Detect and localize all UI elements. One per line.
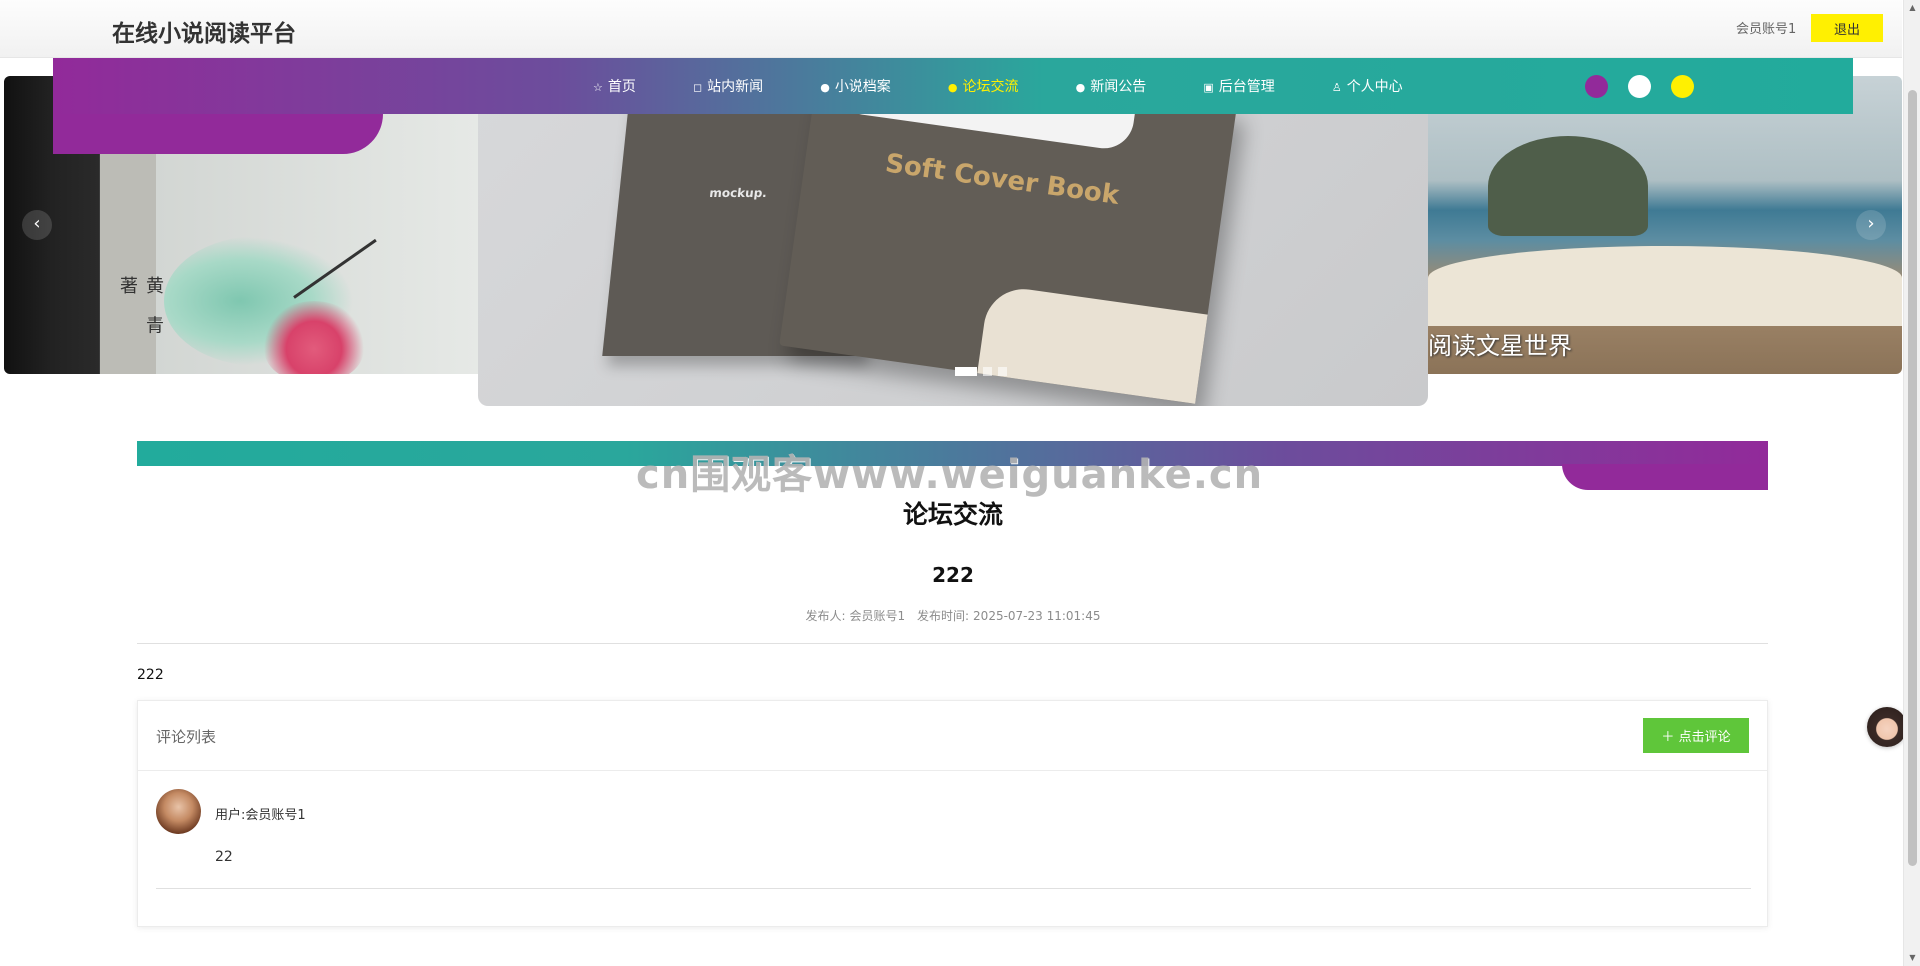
carousel-dot[interactable]: [955, 367, 977, 376]
info-icon: ●: [820, 81, 830, 94]
nav-item-admin[interactable]: ▣ 后台管理: [1203, 76, 1274, 96]
book-mockup-front: mockup. Soft Cover Book: [779, 76, 1237, 404]
nav-item-profile[interactable]: ♙ 个人中心: [1332, 76, 1403, 96]
post-body: 222: [137, 667, 164, 683]
nav-item-announcements[interactable]: ● 新闻公告: [1076, 76, 1147, 96]
book-headline: Soft Cover Book: [883, 148, 1121, 211]
comment-user-name: 会员账号1: [245, 808, 306, 823]
post-time: 2025-07-23 11:01:45: [973, 609, 1101, 623]
logout-button[interactable]: 退出: [1811, 14, 1883, 42]
publisher-label: 发布人:: [805, 609, 846, 623]
nav-item-novel-archive[interactable]: ● 小说档案: [820, 76, 891, 96]
scrollbar-thumb[interactable]: [1908, 90, 1917, 866]
info-icon: ●: [947, 81, 958, 94]
top-bar: 在线小说阅读平台 会员账号1 退出: [0, 0, 1902, 58]
theme-yellow-button[interactable]: [1671, 75, 1694, 98]
book-author: 黄 青 著: [117, 276, 164, 342]
carousel-prev-icon[interactable]: ‹: [22, 210, 52, 240]
carousel-dot[interactable]: [998, 367, 1007, 376]
nav-item-site-news[interactable]: ◻ 站内新闻: [693, 76, 763, 96]
nav-items: ☆ 首页 ◻ 站内新闻 ● 小说档案 ● 论坛交流 ● 新闻公告 ▣ 后台管理 ♙ 个人中心: [593, 76, 1455, 96]
book-brand: mockup.: [708, 186, 768, 200]
theme-purple-button[interactable]: [1585, 75, 1608, 98]
box-icon: ▣: [1203, 81, 1214, 94]
nav-item-label: 首页: [607, 79, 636, 95]
watermark: cn围观客www.weiguanke.cn: [636, 452, 1264, 498]
nav-item-label: 个人中心: [1346, 79, 1403, 95]
carousel-next-icon[interactable]: ›: [1856, 210, 1886, 240]
section-title: 论坛交流: [902, 500, 1003, 529]
comments-title: 评论列表: [156, 728, 217, 746]
comments-header: 评论列表 ＋ 点击评论: [138, 701, 1767, 771]
comment-user-label: 用户:: [215, 808, 246, 823]
time-label: 发布时间:: [917, 609, 970, 623]
page-scrollbar[interactable]: ▲ ▼: [1903, 0, 1920, 966]
star-icon: ☆: [593, 81, 603, 94]
carousel-dot[interactable]: [983, 367, 992, 376]
island-illustration: [1488, 136, 1648, 236]
post-title: 222: [932, 563, 974, 587]
comment-item: 用户:会员账号1 22: [156, 789, 1751, 889]
nav-item-forum[interactable]: ● 论坛交流: [948, 76, 1019, 96]
add-comment-button[interactable]: ＋ 点击评论: [1643, 718, 1749, 753]
scroll-up-icon[interactable]: ▲: [1904, 0, 1920, 16]
nav-item-label: 后台管理: [1218, 79, 1275, 95]
nav-decoration: [53, 110, 383, 154]
comment-user: 用户:会员账号1: [215, 804, 306, 823]
nav-item-label: 论坛交流: [962, 79, 1019, 95]
post-meta: 发布人: 会员账号1 发布时间: 2025-07-23 11:01:45: [0, 607, 1906, 624]
scroll-down-icon[interactable]: ▼: [1904, 950, 1920, 966]
nav-item-label: 新闻公告: [1090, 79, 1147, 95]
publisher: 会员账号1: [849, 609, 906, 623]
carousel-indicators: [955, 367, 1013, 386]
bag-icon: ◻: [692, 81, 703, 94]
carousel-slide-right[interactable]: 阅读文星世界: [1428, 76, 1902, 374]
theme-white-button[interactable]: [1628, 75, 1651, 98]
assistant-avatar-icon[interactable]: [1867, 707, 1907, 747]
main-nav: ☆ 首页 ◻ 站内新闻 ● 小说档案 ● 论坛交流 ● 新闻公告 ▣ 后台管理 ♙ 个人中心: [53, 58, 1853, 114]
nav-item-home[interactable]: ☆ 首页: [593, 76, 636, 96]
divider: [137, 643, 1768, 644]
nav-item-label: 站内新闻: [707, 79, 764, 95]
section-banner-decoration: [1562, 464, 1768, 490]
open-book-illustration: [1428, 246, 1902, 326]
plus-icon: ＋: [1661, 730, 1679, 745]
comments-panel: 评论列表 ＋ 点击评论 用户:会员账号1 22: [137, 700, 1768, 927]
account-name[interactable]: 会员账号1: [1736, 18, 1796, 37]
nav-item-label: 小说档案: [834, 79, 891, 95]
carousel-slide-center[interactable]: mockup. mockup. Soft Cover Book: [478, 76, 1428, 406]
site-title: 在线小说阅读平台: [112, 21, 296, 47]
slide-caption: 阅读文星世界: [1428, 332, 1572, 360]
user-icon: ♙: [1331, 81, 1342, 94]
comment-text: 22: [215, 849, 233, 865]
info-icon: ●: [1075, 81, 1086, 94]
avatar: [156, 789, 201, 834]
flower-illustration: [264, 301, 364, 374]
add-comment-label: 点击评论: [1678, 730, 1731, 745]
